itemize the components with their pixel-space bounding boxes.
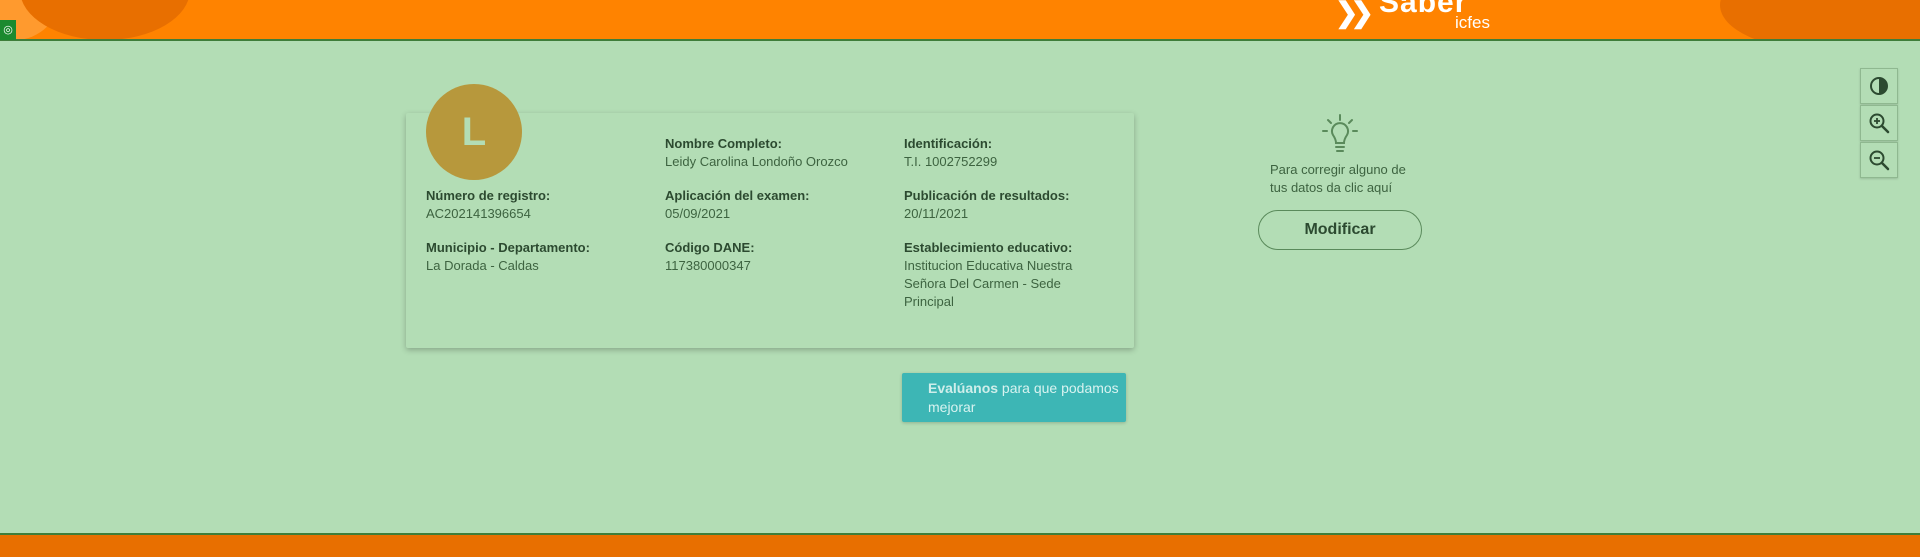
accessibility-toolbar bbox=[1860, 68, 1898, 179]
top-header-bar: ❯❯ Sabér icfes bbox=[0, 0, 1920, 41]
field-registro: Número de registro: AC202141396654 bbox=[426, 188, 646, 223]
field-dane: Código DANE: 117380000347 bbox=[665, 240, 885, 275]
field-label: Código DANE: bbox=[665, 240, 755, 255]
correction-tip: Para corregir alguno de tus datos da cli… bbox=[1260, 113, 1420, 197]
zoom-in-icon bbox=[1869, 113, 1890, 134]
modify-button[interactable]: Modificar bbox=[1258, 210, 1422, 250]
field-value: Leidy Carolina Londoño Orozco bbox=[665, 154, 848, 169]
zoom-in-button[interactable] bbox=[1860, 105, 1898, 141]
field-label: Publicación de resultados: bbox=[904, 188, 1070, 203]
logo-chevron-icon: ❯❯ bbox=[1335, 0, 1374, 28]
lightbulb-icon bbox=[1320, 113, 1360, 157]
bottom-footer-bar bbox=[0, 533, 1920, 557]
field-value: T.I. 1002752299 bbox=[904, 154, 998, 169]
field-label: Nombre Completo: bbox=[665, 136, 782, 151]
field-value: Institucion Educativa Nuestra Señora Del… bbox=[904, 258, 1073, 309]
field-label: Establecimiento educativo: bbox=[904, 240, 1073, 255]
field-value: 05/09/2021 bbox=[665, 206, 731, 221]
field-municipio: Municipio - Departamento: La Dorada - Ca… bbox=[426, 240, 646, 275]
zoom-out-icon bbox=[1869, 150, 1890, 171]
header-decoration-right bbox=[1720, 0, 1920, 39]
feedback-bold: Evalúanos bbox=[928, 380, 999, 396]
tip-text: Para corregir alguno de tus datos da cli… bbox=[1270, 162, 1406, 195]
field-nombre: Nombre Completo: Leidy Carolina Londoño … bbox=[665, 136, 885, 171]
avatar: L bbox=[426, 84, 522, 180]
header-decoration-left bbox=[20, 0, 190, 39]
saber-icfes-logo: ❯❯ Sabér icfes bbox=[1335, 0, 1515, 32]
contrast-icon bbox=[1870, 77, 1888, 95]
field-value: AC202141396654 bbox=[426, 206, 531, 221]
field-label: Número de registro: bbox=[426, 188, 551, 203]
field-label: Aplicación del examen: bbox=[665, 188, 810, 203]
field-establecimiento: Establecimiento educativo: Institucion E… bbox=[904, 240, 1104, 311]
field-aplicacion: Aplicación del examen: 05/09/2021 bbox=[665, 188, 885, 223]
accessibility-icon[interactable]: ◎ bbox=[0, 20, 16, 40]
contrast-button[interactable] bbox=[1860, 68, 1898, 104]
field-value: 117380000347 bbox=[665, 258, 751, 273]
field-label: Identificación: bbox=[904, 136, 993, 151]
feedback-button[interactable]: Evalúanos para que podamos mejorar bbox=[902, 373, 1126, 422]
field-value: 20/11/2021 bbox=[904, 206, 969, 221]
field-publicacion: Publicación de resultados: 20/11/2021 bbox=[904, 188, 1124, 223]
zoom-out-button[interactable] bbox=[1860, 142, 1898, 178]
field-value: La Dorada - Caldas bbox=[426, 258, 539, 273]
field-identificacion: Identificación: T.I. 1002752299 bbox=[904, 136, 1124, 171]
logo-sub: icfes bbox=[1455, 13, 1490, 32]
field-label: Municipio - Departamento: bbox=[426, 240, 590, 255]
